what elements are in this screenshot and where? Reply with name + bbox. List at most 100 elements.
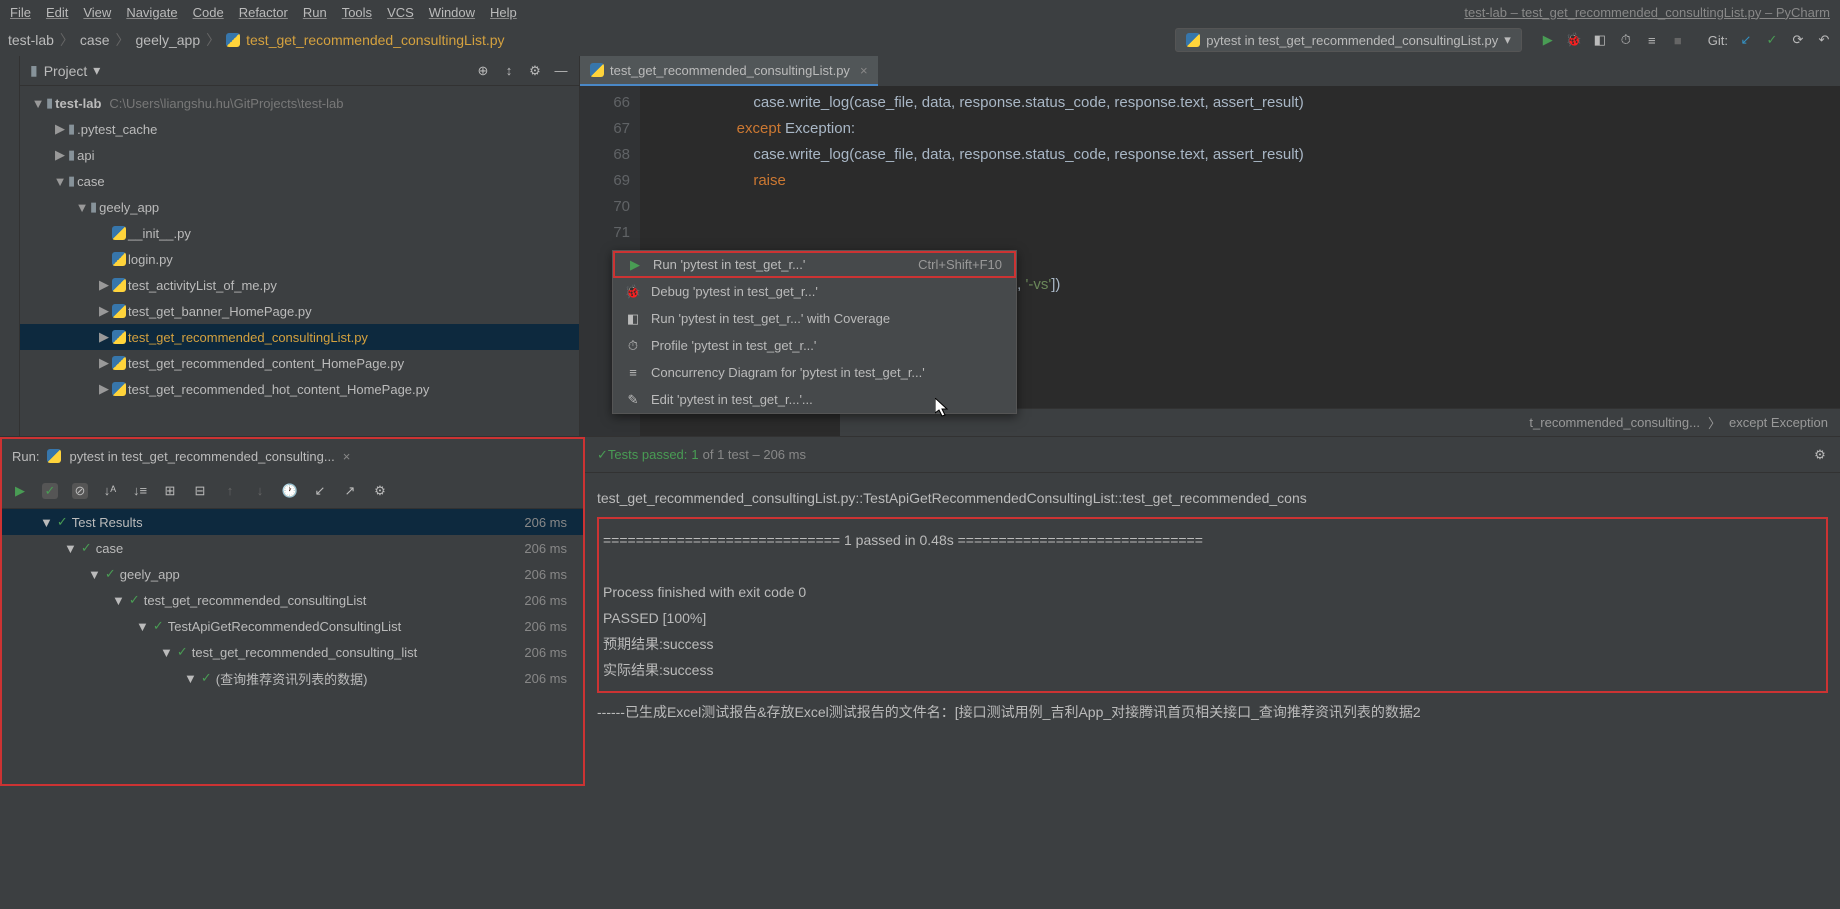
git-revert-icon[interactable]: ↶ xyxy=(1816,32,1832,48)
menu-tools[interactable]: Tools xyxy=(342,5,372,20)
breadcrumb-item[interactable]: test-lab xyxy=(8,32,54,48)
breadcrumb-current[interactable]: test_get_recommended_consultingList.py xyxy=(246,32,504,48)
menu-item[interactable]: ✎Edit 'pytest in test_get_r...'... xyxy=(613,386,1016,413)
tree-item[interactable]: ▶test_get_recommended_hot_content_HomePa… xyxy=(20,376,579,402)
python-icon xyxy=(112,330,126,344)
git-commit-icon[interactable]: ✓ xyxy=(1764,32,1780,48)
check-icon: ✓ xyxy=(153,618,164,634)
breadcrumb-item[interactable]: t_recommended_consulting... xyxy=(1529,415,1700,430)
menu-vcs[interactable]: VCS xyxy=(387,5,414,20)
menu-window[interactable]: Window xyxy=(429,5,475,20)
expand-all-icon[interactable]: ⊞ xyxy=(162,483,178,499)
test-item[interactable]: ▼✓Test Results206 ms xyxy=(2,509,583,535)
stop-icon[interactable]: ■ xyxy=(1670,32,1686,48)
debug-icon[interactable]: 🐞 xyxy=(1566,32,1582,48)
menu-item[interactable]: 🐞Debug 'pytest in test_get_r...' xyxy=(613,278,1016,305)
export-icon[interactable]: ↗ xyxy=(342,483,358,499)
minimize-icon[interactable]: — xyxy=(553,63,569,79)
check-icon: ✓ xyxy=(201,670,212,686)
menu-code[interactable]: Code xyxy=(193,5,224,20)
tree-item[interactable]: ▶▮api xyxy=(20,142,579,168)
chevron-down-icon: ▾ xyxy=(1504,32,1511,48)
gear-icon[interactable]: ⚙ xyxy=(1812,447,1828,463)
breadcrumb-item[interactable]: case xyxy=(80,32,110,48)
breadcrumb: test-lab〉 case〉 geely_app〉 test_get_reco… xyxy=(8,30,505,50)
tree-item[interactable]: ▶test_get_banner_HomePage.py xyxy=(20,298,579,324)
menu-run[interactable]: Run xyxy=(303,5,327,20)
menu-item[interactable]: ◧Run 'pytest in test_get_r...' with Cove… xyxy=(613,305,1016,332)
folder-icon: ▮ xyxy=(90,199,97,215)
test-item[interactable]: ▼✓case206 ms xyxy=(2,535,583,561)
bug-icon: 🐞 xyxy=(625,284,641,300)
menu-refactor[interactable]: Refactor xyxy=(239,5,288,20)
menu-navigate[interactable]: Navigate xyxy=(126,5,177,20)
menu-item[interactable]: ≡Concurrency Diagram for 'pytest in test… xyxy=(613,359,1016,386)
git-update-icon[interactable]: ↙ xyxy=(1738,32,1754,48)
run-config-area: pytest in test_get_recommended_consultin… xyxy=(1175,28,1832,52)
test-item[interactable]: ▼✓TestApiGetRecommendedConsultingList206… xyxy=(2,613,583,639)
test-history-icon[interactable]: 🕐 xyxy=(282,483,298,499)
python-icon xyxy=(226,33,240,47)
check-icon: ✓ xyxy=(129,592,140,608)
tree-item[interactable]: ▶test_activityList_of_me.py xyxy=(20,272,579,298)
tree-item[interactable]: ▶test_get_recommended_content_HomePage.p… xyxy=(20,350,579,376)
menu-edit[interactable]: Edit xyxy=(46,5,68,20)
rerun-icon[interactable]: ▶ xyxy=(12,483,28,499)
console-output[interactable]: test_get_recommended_consultingList.py::… xyxy=(585,473,1840,786)
breadcrumb-item[interactable]: geely_app xyxy=(136,32,201,48)
tree-item[interactable]: __init__.py xyxy=(20,220,579,246)
gear-icon[interactable]: ⚙ xyxy=(372,483,388,499)
tree-item[interactable]: ▼▮case xyxy=(20,168,579,194)
profile-icon: ⏱ xyxy=(625,338,641,354)
close-icon[interactable]: × xyxy=(343,449,351,464)
chevron-down-icon[interactable]: ▾ xyxy=(93,62,100,79)
toggle-ignored-icon[interactable]: ⊘ xyxy=(72,483,88,499)
tree-item[interactable]: ▼▮geely_app xyxy=(20,194,579,220)
run-tab-label[interactable]: pytest in test_get_recommended_consultin… xyxy=(69,449,334,464)
profile-icon[interactable]: ⏱ xyxy=(1618,32,1634,48)
run-icon[interactable]: ▶ xyxy=(1540,32,1556,48)
close-icon[interactable]: × xyxy=(860,63,868,78)
test-item[interactable]: ▼✓(查询推荐资讯列表的数据)206 ms xyxy=(2,665,583,691)
test-item[interactable]: ▼✓test_get_recommended_consulting_list20… xyxy=(2,639,583,665)
navigation-bar: test-lab〉 case〉 geely_app〉 test_get_reco… xyxy=(0,24,1840,56)
run-config-dropdown[interactable]: pytest in test_get_recommended_consultin… xyxy=(1175,28,1521,52)
menu-view[interactable]: View xyxy=(83,5,111,20)
project-title[interactable]: Project xyxy=(44,63,88,79)
menu-item[interactable]: ▶Run 'pytest in test_get_r...'Ctrl+Shift… xyxy=(613,251,1016,278)
tree-item[interactable]: login.py xyxy=(20,246,579,272)
editor-tab[interactable]: test_get_recommended_consultingList.py × xyxy=(580,56,878,86)
tree-item[interactable]: ▶test_get_recommended_consultingList.py xyxy=(20,324,579,350)
project-tree[interactable]: ▼▮ test-lab C:\Users\liangshu.hu\GitProj… xyxy=(20,86,579,406)
import-icon[interactable]: ↙ xyxy=(312,483,328,499)
test-item[interactable]: ▼✓test_get_recommended_consultingList206… xyxy=(2,587,583,613)
python-icon xyxy=(112,252,126,266)
breadcrumb-item[interactable]: except Exception xyxy=(1729,415,1828,430)
sort-icon[interactable]: ↓ᴬ xyxy=(102,483,118,499)
tree-item[interactable]: ▶▮.pytest_cache xyxy=(20,116,579,142)
edit-icon: ✎ xyxy=(625,392,641,408)
python-icon xyxy=(112,356,126,370)
prev-icon[interactable]: ↑ xyxy=(222,483,238,499)
test-tree[interactable]: ▼✓Test Results206 ms▼✓case206 ms▼✓geely_… xyxy=(2,509,583,784)
run-left-pane: Run: pytest in test_get_recommended_cons… xyxy=(0,437,585,786)
git-history-icon[interactable]: ⟳ xyxy=(1790,32,1806,48)
menu-file[interactable]: File xyxy=(10,5,31,20)
menu-help[interactable]: Help xyxy=(490,5,517,20)
gear-icon[interactable]: ⚙ xyxy=(527,63,543,79)
collapse-all-icon[interactable]: ⊟ xyxy=(192,483,208,499)
sort-duration-icon[interactable]: ↓≡ xyxy=(132,483,148,499)
menu-item[interactable]: ⏱Profile 'pytest in test_get_r...' xyxy=(613,332,1016,359)
locate-icon[interactable]: ⊕ xyxy=(475,63,491,79)
console-line: test_get_recommended_consultingList.py::… xyxy=(597,485,1828,511)
test-item[interactable]: ▼✓geely_app206 ms xyxy=(2,561,583,587)
context-menu: ▶Run 'pytest in test_get_r...'Ctrl+Shift… xyxy=(612,250,1017,414)
tree-root[interactable]: ▼▮ test-lab C:\Users\liangshu.hu\GitProj… xyxy=(20,90,579,116)
expand-icon[interactable]: ↕ xyxy=(501,63,517,79)
next-icon[interactable]: ↓ xyxy=(252,483,268,499)
coverage-icon[interactable]: ◧ xyxy=(1592,32,1608,48)
test-status-bar: ✓ Tests passed: 1 of 1 test – 206 ms ⚙ xyxy=(585,437,1840,473)
concurrency-icon[interactable]: ≡ xyxy=(1644,32,1660,48)
toggle-pass-icon[interactable]: ✓ xyxy=(42,483,58,499)
check-icon: ✓ xyxy=(57,514,68,530)
